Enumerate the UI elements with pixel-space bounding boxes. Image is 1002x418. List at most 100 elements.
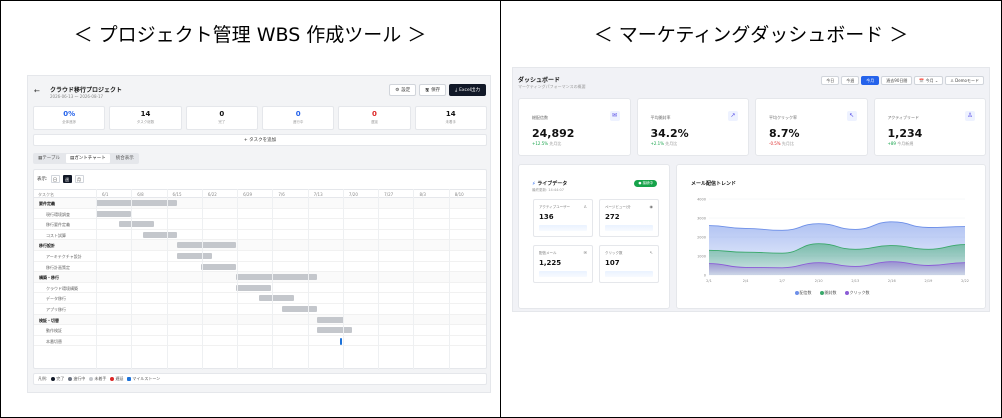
date-column-header: 6/22 — [207, 192, 217, 197]
task-bar[interactable] — [235, 284, 271, 291]
save-icon: 🖫 — [425, 88, 430, 93]
task-name: 本番切替 — [46, 338, 62, 344]
x-tick-label: 2/10 — [815, 279, 823, 283]
y-tick-label: 1000 — [697, 255, 706, 259]
task-name: データ移行 — [46, 296, 66, 302]
live-metric-label: 配信メール — [539, 251, 557, 255]
gantt-rows: 要件定義現行環境調査 移行要件定義 コスト試算 移行設計 アーキテクチャ設計移行計画策定… — [34, 198, 486, 347]
sparkline — [605, 225, 653, 231]
gantt-row[interactable]: 検証・切替 — [34, 314, 486, 326]
period-button-2[interactable]: 今月 — [861, 76, 880, 85]
gantt-gridline — [237, 189, 239, 370]
legend-dot — [127, 377, 132, 381]
task-bar[interactable] — [235, 274, 318, 281]
add-task-button[interactable]: + タスクを追加 — [33, 134, 487, 146]
header-button-1[interactable]: 🖫 保存 — [419, 84, 447, 96]
tab-2[interactable]: 統合表示 — [112, 154, 138, 163]
task-bar[interactable] — [200, 263, 236, 270]
header-buttons: ⚙ 設定 🖫 保存 ⤓ Excel出力 — [389, 84, 486, 96]
header-button-2[interactable]: ⤓ Excel出力 — [449, 84, 486, 96]
live-data-title: ⚡ ライブデータ — [532, 181, 568, 187]
view-button-0[interactable]: 日 — [50, 174, 60, 183]
period-button-0[interactable]: 今日 — [821, 76, 840, 85]
period-button-1[interactable]: 今週 — [841, 76, 860, 85]
period-controls: 今日 今週 今月 過去90日間 📅 今月 ⌄ ♙ Demoモード — [821, 76, 984, 85]
task-bar[interactable] — [142, 231, 178, 238]
trend-legend: 配信数 開封数 クリック数 — [677, 290, 987, 296]
gantt-gridline — [307, 189, 309, 370]
tab-1[interactable]: ▤ガントチャート — [66, 154, 110, 163]
view-button-2[interactable]: 月 — [74, 174, 84, 183]
period-button-3[interactable]: 過去90日間 — [881, 76, 913, 85]
gantt-gridline — [413, 189, 415, 370]
gantt-row[interactable]: アーキテクチャ設計 — [34, 251, 486, 262]
stat-card: 0 遅延 — [338, 106, 411, 130]
task-name: クラウド環境構築 — [46, 285, 78, 291]
gantt-gridline — [272, 189, 274, 370]
legend-text: 進行中 — [73, 376, 86, 381]
lightning-icon: ⚡ — [532, 181, 536, 187]
gantt-row[interactable]: アプリ移行 — [34, 304, 486, 315]
live-metric-card: アクティブユーザー ♙ 136 — [533, 199, 593, 237]
x-tick-label: 2/1 — [706, 279, 712, 283]
kpi-change-note: 先月比 — [549, 141, 562, 146]
panel-divider — [500, 0, 501, 418]
live-metric-card: ページビュー/分 ◉ 272 — [599, 199, 659, 237]
task-name: アプリ移行 — [46, 306, 66, 312]
gantt-row[interactable]: 移行要件定義 — [34, 219, 486, 230]
gantt-row[interactable]: データ移行 — [34, 293, 486, 304]
gantt-row[interactable]: 構築・移行 — [34, 272, 486, 283]
demo-mode-toggle[interactable]: ♙ Demoモード — [945, 76, 984, 85]
gantt-row[interactable]: 要件定義 — [34, 198, 486, 209]
task-bar[interactable] — [282, 305, 318, 312]
gantt-row[interactable]: 移行計画策定 — [34, 262, 486, 273]
legend-text: クリック数 — [849, 290, 870, 295]
dashboard-title: ダッシュボード — [518, 77, 561, 84]
gantt-row[interactable]: 現行環境調査 — [34, 209, 486, 220]
live-metric-card: クリック数 ↖ 107 — [599, 245, 659, 283]
legend-text: 完了 — [56, 376, 65, 381]
legend-item: 遅延 — [110, 376, 123, 382]
x-tick-label: 2/16 — [888, 279, 896, 283]
kpi-change: +12.5% 先月比 — [532, 141, 561, 147]
user-icon: ♙ — [965, 111, 975, 121]
gantt-row[interactable]: コスト試算 — [34, 230, 486, 241]
back-arrow-icon[interactable]: ← — [34, 87, 40, 95]
legend-item: 完了 — [51, 376, 64, 382]
task-bar[interactable] — [258, 295, 294, 302]
stat-card: 14 未着手 — [414, 106, 487, 130]
date-column-header: 7/13 — [313, 192, 323, 197]
stat-card: 0 完了 — [185, 106, 258, 130]
view-label: 表示: — [37, 176, 48, 182]
live-metric-label: クリック数 — [605, 251, 623, 255]
task-bar[interactable] — [119, 221, 155, 228]
stat-value: 14 — [140, 110, 151, 118]
x-tick-label: 2/13 — [851, 279, 859, 283]
task-bar[interactable] — [317, 327, 353, 334]
gantt-row[interactable]: 移行設計 — [34, 240, 486, 251]
live-metric-card: 配信メール ✉ 1,225 — [533, 245, 593, 283]
task-bar[interactable] — [96, 210, 131, 217]
view-button-1[interactable]: 週 — [62, 174, 72, 183]
y-tick-label: 0 — [704, 274, 706, 278]
gantt-row[interactable]: 本番切替 — [34, 336, 486, 347]
kpi-change-value: +12.5% — [532, 141, 549, 146]
legend-dot — [110, 377, 115, 381]
trend-legend-item: 配信数 — [794, 290, 812, 295]
task-bar[interactable] — [177, 242, 236, 249]
header-button-0[interactable]: ⚙ 設定 — [389, 84, 417, 96]
date-range-select[interactable]: 📅 今月 ⌄ — [914, 76, 944, 85]
task-name: 移行計画策定 — [46, 264, 70, 270]
project-date-range: 2026-06-13 〜 2026-08-17 — [50, 94, 104, 99]
stat-value: 0 — [219, 110, 225, 118]
tab-0[interactable]: ▦テーブル — [34, 154, 64, 163]
gantt-header: タスク名 6/1 6/8 6/15 6/22 6/29 7/6 7/13 7/20 7/27 8/… — [34, 189, 486, 198]
date-column-header: 7/27 — [384, 192, 394, 197]
gantt-row[interactable]: クラウド環境構築 — [34, 283, 486, 294]
task-bar[interactable] — [177, 252, 213, 259]
task-bar[interactable] — [317, 316, 345, 323]
live-metric-label: アクティブユーザー — [539, 205, 571, 209]
task-name: 要件定義 — [39, 201, 55, 206]
task-bar[interactable] — [96, 200, 178, 206]
gantt-row[interactable]: 動作検証 — [34, 325, 486, 336]
